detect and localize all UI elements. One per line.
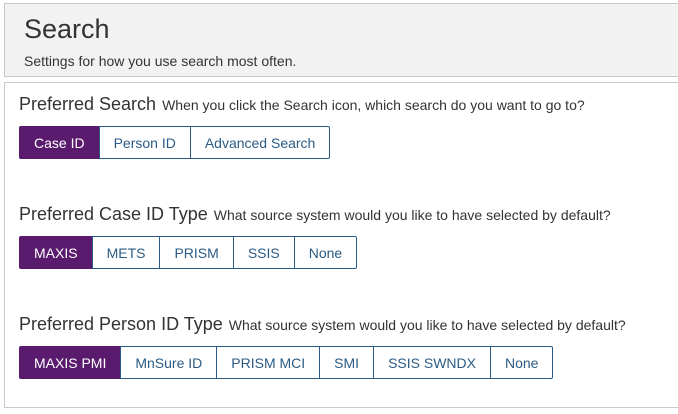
ssis-swndx-button[interactable]: SSIS SWNDX bbox=[373, 346, 491, 379]
maxis-pmi-button[interactable]: MAXIS PMI bbox=[19, 346, 122, 379]
mnsure-id-button[interactable]: MnSure ID bbox=[120, 346, 218, 379]
case-id-type-options: MAXIS METS PRISM SSIS None bbox=[19, 236, 611, 269]
settings-card: Preferred Search When you click the Sear… bbox=[4, 82, 678, 408]
page-title: Search bbox=[24, 14, 110, 44]
section-heading: Preferred Case ID Type bbox=[19, 204, 208, 224]
section-description: What source system would you like to hav… bbox=[213, 207, 611, 223]
person-id-button[interactable]: Person ID bbox=[98, 126, 191, 159]
section-title: Preferred Person ID Type What source sys… bbox=[19, 313, 626, 335]
preferred-person-id-type-section: Preferred Person ID Type What source sys… bbox=[19, 313, 626, 379]
maxis-button[interactable]: MAXIS bbox=[19, 236, 93, 269]
section-heading: Preferred Search bbox=[19, 94, 157, 114]
ssis-button[interactable]: SSIS bbox=[232, 236, 295, 269]
page-subtitle: Settings for how you use search most oft… bbox=[24, 53, 297, 69]
prism-button[interactable]: PRISM bbox=[159, 236, 234, 269]
section-description: When you click the Search icon, which se… bbox=[162, 97, 585, 113]
preferred-search-section: Preferred Search When you click the Sear… bbox=[19, 93, 585, 159]
person-id-type-options: MAXIS PMI MnSure ID PRISM MCI SMI SSIS S… bbox=[19, 346, 626, 379]
prism-mci-button[interactable]: PRISM MCI bbox=[216, 346, 321, 379]
preferred-case-id-type-section: Preferred Case ID Type What source syste… bbox=[19, 203, 611, 269]
none-person-button[interactable]: None bbox=[489, 346, 554, 379]
none-case-button[interactable]: None bbox=[293, 236, 358, 269]
section-title: Preferred Search When you click the Sear… bbox=[19, 93, 585, 115]
section-description: What source system would you like to hav… bbox=[228, 317, 626, 333]
preferred-search-options: Case ID Person ID Advanced Search bbox=[19, 126, 585, 159]
mets-button[interactable]: METS bbox=[91, 236, 161, 269]
page-header: Search Settings for how you use search m… bbox=[4, 3, 678, 77]
section-title: Preferred Case ID Type What source syste… bbox=[19, 203, 611, 225]
case-id-button[interactable]: Case ID bbox=[19, 126, 100, 159]
section-heading: Preferred Person ID Type bbox=[19, 314, 223, 334]
advanced-search-button[interactable]: Advanced Search bbox=[189, 126, 331, 159]
smi-button[interactable]: SMI bbox=[319, 346, 375, 379]
